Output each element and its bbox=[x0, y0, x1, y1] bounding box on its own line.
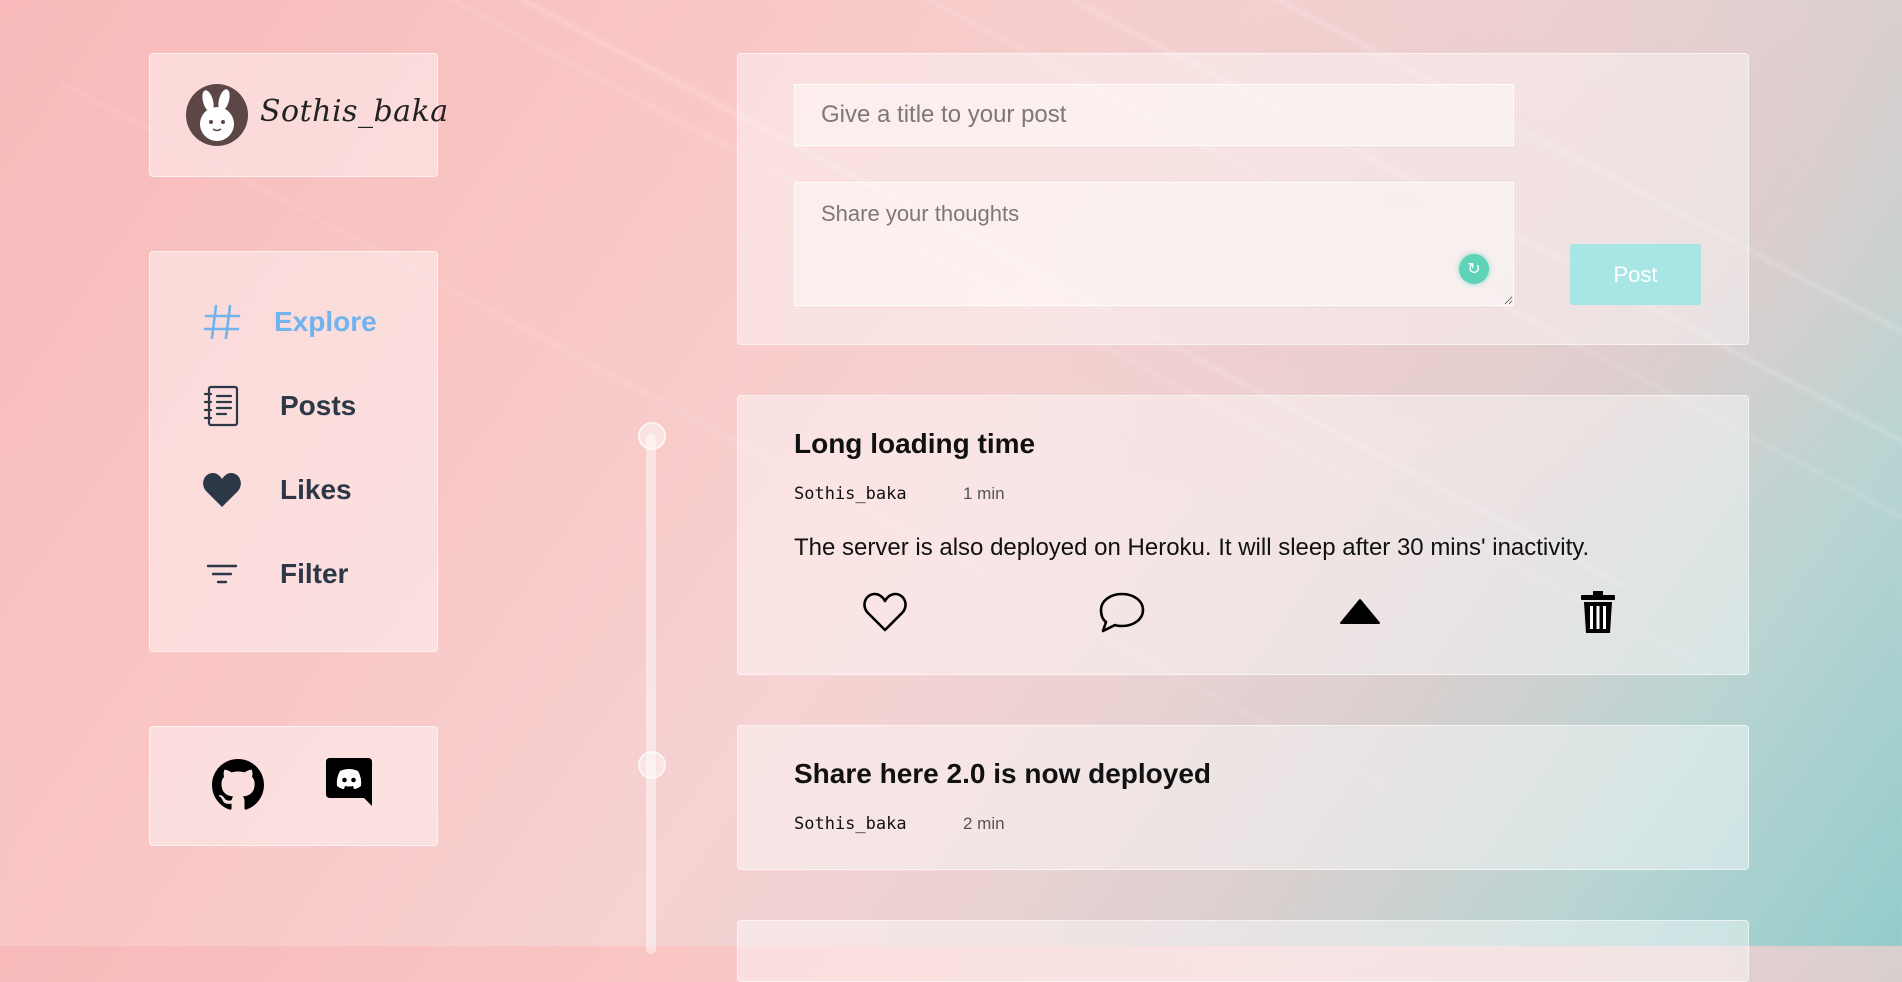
nav-label-likes: Likes bbox=[280, 474, 352, 505]
post-button[interactable]: Post bbox=[1570, 244, 1701, 305]
like-icon[interactable] bbox=[859, 586, 911, 638]
nav-item-filter[interactable]: Filter bbox=[200, 552, 348, 596]
timeline-dot bbox=[638, 751, 666, 779]
post-card: Share here 2.0 is now deployed Sothis_ba… bbox=[737, 725, 1749, 870]
heart-icon bbox=[200, 468, 244, 512]
post-body-textarea[interactable] bbox=[794, 182, 1514, 306]
sidebar-nav: Explore Posts Likes Filter bbox=[149, 251, 438, 652]
profile-card: Sothis_baka bbox=[149, 53, 448, 177]
nav-label-posts: Posts bbox=[280, 390, 357, 421]
post-title[interactable]: Long loading time bbox=[794, 428, 1035, 460]
post-author[interactable]: Sothis_baka bbox=[794, 814, 907, 834]
notebook-icon bbox=[200, 384, 244, 428]
nav-item-posts[interactable]: Posts bbox=[200, 384, 356, 428]
grammarly-icon[interactable]: ↻ bbox=[1459, 254, 1489, 284]
post-body: The server is also deployed on Heroku. I… bbox=[794, 534, 1590, 561]
upvote-icon[interactable] bbox=[1334, 586, 1386, 638]
github-icon[interactable] bbox=[212, 759, 264, 816]
post-title-input[interactable] bbox=[794, 84, 1514, 146]
post-card bbox=[737, 920, 1749, 982]
post-time: 1 min bbox=[963, 484, 1005, 503]
social-links bbox=[149, 726, 438, 846]
username: Sothis_baka bbox=[260, 94, 449, 129]
post-time: 2 min bbox=[963, 814, 1005, 833]
filter-icon bbox=[200, 552, 244, 596]
nav-label-filter: Filter bbox=[280, 558, 349, 589]
comment-icon[interactable] bbox=[1096, 586, 1148, 638]
post-author[interactable]: Sothis_baka bbox=[794, 484, 907, 504]
delete-icon[interactable] bbox=[1572, 586, 1624, 638]
post-title[interactable]: Share here 2.0 is now deployed bbox=[794, 758, 1211, 790]
nav-item-likes[interactable]: Likes bbox=[200, 468, 352, 512]
avatar[interactable] bbox=[186, 84, 248, 146]
discord-icon[interactable] bbox=[326, 758, 372, 811]
hash-icon bbox=[200, 300, 244, 344]
nav-label-explore: Explore bbox=[274, 306, 377, 337]
post-card: Long loading time Sothis_baka 1 min The … bbox=[737, 395, 1749, 675]
post-composer: ↻ Post bbox=[737, 53, 1749, 345]
timeline-track bbox=[646, 434, 656, 954]
nav-item-explore[interactable]: Explore bbox=[200, 300, 377, 344]
timeline-dot bbox=[638, 422, 666, 450]
